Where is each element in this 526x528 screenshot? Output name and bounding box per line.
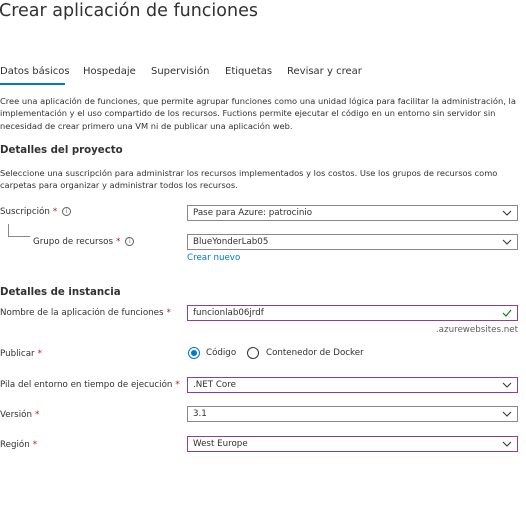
checkmark-icon [502, 309, 512, 317]
runtime-dropdown[interactable]: .NET Core [187, 377, 518, 393]
subscription-dropdown[interactable]: Pase para Azure: patrocinio [187, 205, 518, 221]
project-details-heading: Detalles del proyecto [0, 145, 123, 156]
required-marker: * [115, 237, 121, 247]
region-value: West Europe [193, 439, 248, 449]
resource-group-value: BlueYonderLab05 [193, 237, 269, 247]
version-dropdown[interactable]: 3.1 [187, 406, 518, 422]
required-marker: * [52, 207, 58, 217]
tab-supervision[interactable]: Supervisión [151, 66, 209, 77]
resource-group-label: Grupo de recursos * i [33, 237, 135, 247]
publish-docker-radio[interactable] [247, 347, 259, 359]
create-new-link[interactable]: Crear nuevo [187, 253, 240, 263]
resource-group-dropdown[interactable]: BlueYonderLab05 [187, 234, 518, 250]
publish-code-label[interactable]: Código [206, 348, 236, 358]
runtime-value: .NET Core [193, 380, 236, 390]
tab-hospedaje[interactable]: Hospedaje [83, 66, 136, 77]
info-icon[interactable]: i [125, 237, 135, 246]
publish-docker-label[interactable]: Contenedor de Docker [266, 348, 364, 358]
intro-text: Cree una aplicación de funciones, que pe… [0, 96, 516, 131]
required-marker: * [175, 380, 180, 390]
required-marker: * [166, 308, 171, 318]
domain-suffix: .azurewebsites.net [435, 325, 518, 335]
chevron-down-icon [502, 410, 512, 418]
chevron-down-icon [502, 381, 512, 389]
version-value: 3.1 [193, 409, 207, 419]
tree-connector [8, 224, 30, 237]
required-marker: * [34, 410, 40, 420]
runtime-label: Pila del entorno en tiempo de ejecución * [0, 380, 180, 390]
required-marker: * [32, 440, 38, 450]
project-details-description: Seleccione una suscripción para administ… [0, 168, 498, 191]
chevron-down-icon [502, 209, 512, 217]
tab-etiquetas[interactable]: Etiquetas [225, 66, 272, 77]
required-marker: * [37, 349, 42, 359]
instance-details-heading: Detalles de instancia [0, 287, 121, 298]
region-dropdown[interactable]: West Europe [187, 436, 518, 452]
publish-code-radio[interactable] [188, 347, 200, 359]
app-name-label: Nombre de la aplicación de funciones * [0, 308, 171, 318]
tab-revisar-y-crear[interactable]: Revisar y crear [287, 66, 362, 77]
app-name-value: funcionlab06jrdf [193, 308, 264, 318]
info-icon[interactable]: i [62, 207, 72, 216]
chevron-down-icon [502, 440, 512, 448]
region-label: Región * [0, 440, 38, 450]
subscription-label: Suscripción * i [0, 207, 72, 217]
app-name-input[interactable]: funcionlab06jrdf [187, 305, 518, 321]
subscription-value: Pase para Azure: patrocinio [193, 208, 313, 218]
publish-label: Publicar * [0, 349, 42, 359]
tab-datos-basicos[interactable]: Datos básicos [0, 66, 70, 77]
version-label: Versión * [0, 410, 40, 420]
chevron-down-icon [502, 238, 512, 246]
page-title: Crear aplicación de funciones [0, 1, 258, 21]
active-tab-indicator [0, 83, 65, 85]
